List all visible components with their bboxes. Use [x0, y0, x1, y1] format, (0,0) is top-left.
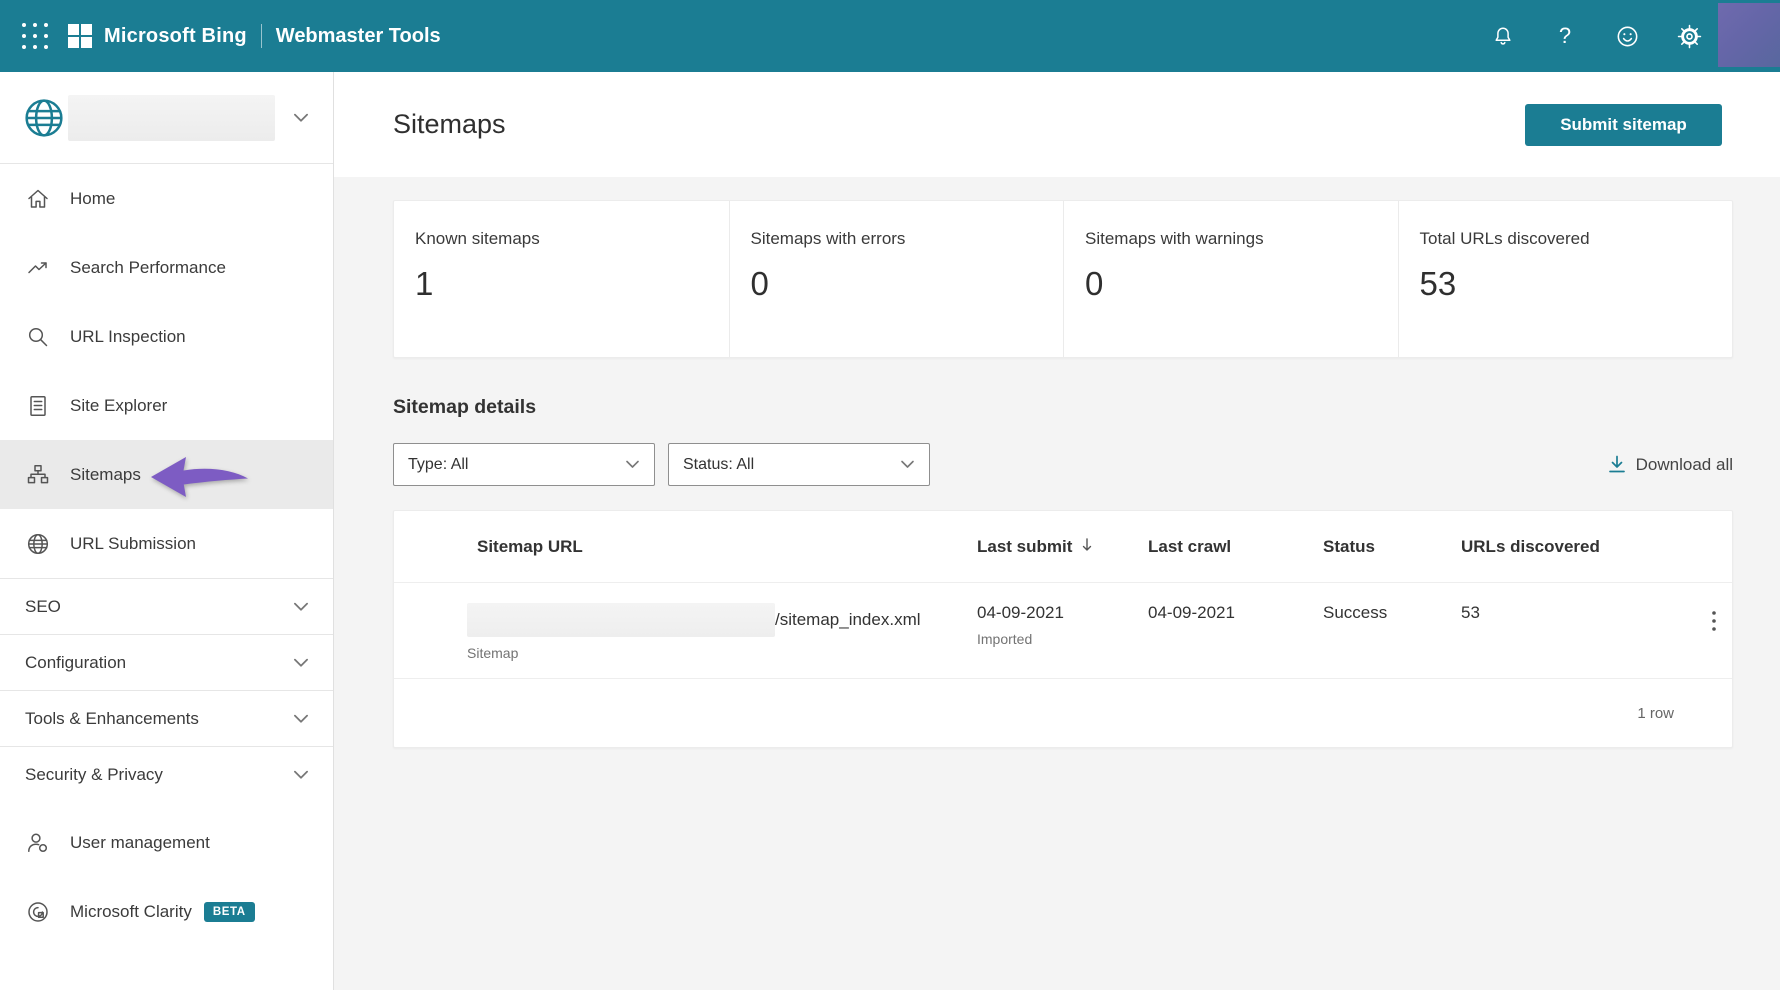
- table-footer-row-count: 1 row: [1637, 704, 1674, 722]
- last-crawl-date: 04-09-2021: [1148, 603, 1235, 622]
- column-header-sitemap-url[interactable]: Sitemap URL: [467, 511, 977, 557]
- brand-title: Microsoft Bing: [104, 24, 247, 47]
- microsoft-logo-icon: [68, 24, 92, 48]
- download-all-label: Download all: [1635, 454, 1733, 474]
- stat-value: 0: [1085, 265, 1104, 302]
- notifications-icon[interactable]: [1490, 23, 1516, 49]
- magnifier-icon: [25, 324, 51, 350]
- sort-descending-icon: [1080, 537, 1094, 559]
- column-header-status[interactable]: Status: [1323, 511, 1461, 557]
- sidebar-item-label: Home: [70, 188, 116, 208]
- chevron-down-icon: [293, 709, 309, 729]
- sitemap-tree-icon: [25, 462, 51, 488]
- sidebar-section-seo[interactable]: SEO: [0, 578, 333, 634]
- app-launcher-icon[interactable]: [18, 19, 52, 53]
- sidebar-item-label: Microsoft Clarity: [70, 901, 192, 921]
- site-name-blurred: [68, 95, 275, 141]
- sidebar-item-label: Site Explorer: [70, 395, 168, 415]
- site-selector[interactable]: [0, 72, 333, 164]
- type-filter-dropdown[interactable]: Type: All: [393, 443, 655, 486]
- sidebar-section-tools-enhancements[interactable]: Tools & Enhancements: [0, 690, 333, 746]
- sidebar-item-label: User management: [70, 832, 210, 852]
- column-header-last-submit[interactable]: Last submit: [977, 511, 1148, 559]
- chevron-down-icon[interactable]: [293, 110, 309, 128]
- chevron-down-icon: [293, 653, 309, 673]
- sidebar-item-url-submission[interactable]: URL Submission: [0, 509, 333, 578]
- sidebar-item-site-explorer[interactable]: Site Explorer: [0, 371, 333, 440]
- sidebar-item-user-management[interactable]: User management: [0, 808, 333, 877]
- sidebar-item-label: URL Inspection: [70, 326, 186, 346]
- sidebar-item-search-performance[interactable]: Search Performance: [0, 233, 333, 302]
- chevron-down-icon: [293, 765, 309, 785]
- last-submit-date: 04-09-2021: [977, 603, 1064, 622]
- stat-value: 53: [1419, 265, 1457, 302]
- page-header: Sitemaps Submit sitemap: [334, 72, 1780, 177]
- site-globe-icon: [23, 97, 65, 139]
- chevron-down-icon: [900, 456, 915, 474]
- sitemap-type-label: Sitemap: [467, 645, 519, 661]
- sidebar-item-label: Search Performance: [70, 257, 226, 277]
- sidebar-navigation: Home Search Performance URL Inspection S…: [0, 72, 334, 990]
- status-filter-value: Status: All: [683, 455, 755, 473]
- column-header-last-crawl[interactable]: Last crawl: [1148, 511, 1323, 557]
- user-avatar[interactable]: [1718, 3, 1780, 67]
- clarity-swirl-icon: [25, 899, 51, 925]
- submit-sitemap-button[interactable]: Submit sitemap: [1525, 103, 1722, 146]
- stat-card-sitemaps-with-warnings: Sitemaps with warnings 0: [1063, 201, 1398, 357]
- sidebar-section-configuration[interactable]: Configuration: [0, 634, 333, 690]
- page-title: Sitemaps: [393, 109, 506, 139]
- stat-card-total-urls-discovered: Total URLs discovered 53: [1397, 201, 1733, 357]
- urls-discovered-value: 53: [1461, 603, 1480, 622]
- section-label: Configuration: [25, 652, 127, 672]
- status-value: Success: [1323, 603, 1388, 622]
- sidebar-item-microsoft-clarity[interactable]: Microsoft Clarity BETA: [0, 877, 333, 946]
- trend-up-icon: [25, 255, 51, 281]
- sitemap-url-suffix: /sitemap_index.xml: [775, 610, 921, 629]
- chevron-down-icon: [625, 456, 640, 474]
- stat-label: Known sitemaps: [415, 229, 540, 248]
- stat-value: 1: [415, 265, 434, 302]
- home-icon: [25, 186, 51, 212]
- sidebar-item-label: Sitemaps: [70, 464, 141, 484]
- product-title: Webmaster Tools: [275, 24, 441, 47]
- sidebar-item-url-inspection[interactable]: URL Inspection: [0, 302, 333, 371]
- person-icon: [25, 830, 51, 856]
- settings-gear-icon[interactable]: [1676, 23, 1702, 49]
- section-label: Tools & Enhancements: [25, 708, 199, 728]
- section-label: Security & Privacy: [25, 764, 163, 784]
- globe-icon: [25, 531, 51, 557]
- row-actions-kebab-icon[interactable]: [1711, 603, 1717, 638]
- stat-card-sitemaps-with-errors: Sitemaps with errors 0: [728, 201, 1064, 357]
- column-header-urls-discovered[interactable]: URLs discovered: [1461, 511, 1696, 557]
- sitemaps-table: Sitemap URL Last submit Last crawl Statu…: [393, 510, 1733, 748]
- stats-summary-bar: Known sitemaps 1 Sitemaps with errors 0 …: [393, 200, 1733, 358]
- sidebar-item-label: URL Submission: [70, 533, 196, 553]
- sitemap-domain-blurred: [467, 603, 775, 637]
- download-icon: [1608, 455, 1625, 473]
- document-list-icon: [25, 393, 51, 419]
- stat-card-known-sitemaps: Known sitemaps 1: [394, 201, 729, 357]
- sidebar-item-home[interactable]: Home: [0, 164, 333, 233]
- brand-separator: [260, 24, 262, 48]
- stat-label: Sitemaps with warnings: [1085, 229, 1264, 248]
- download-all-button[interactable]: Download all: [1607, 455, 1733, 475]
- sitemap-details-heading: Sitemap details: [393, 396, 537, 418]
- stat-label: Sitemaps with errors: [750, 229, 906, 248]
- section-label: SEO: [25, 596, 61, 616]
- sidebar-item-sitemaps[interactable]: Sitemaps: [0, 440, 333, 509]
- beta-badge: BETA: [203, 901, 255, 922]
- sidebar-section-security-privacy[interactable]: Security & Privacy: [0, 746, 333, 802]
- feedback-smiley-icon[interactable]: [1614, 23, 1640, 49]
- type-filter-value: Type: All: [408, 455, 469, 473]
- status-filter-dropdown[interactable]: Status: All: [668, 443, 930, 486]
- help-icon[interactable]: ?: [1552, 23, 1578, 49]
- table-row[interactable]: /sitemap_index.xml Sitemap 04-09-2021 Im…: [394, 583, 1732, 679]
- top-app-bar: Microsoft Bing Webmaster Tools ?: [0, 0, 1780, 72]
- stat-value: 0: [750, 265, 769, 302]
- stat-label: Total URLs discovered: [1419, 229, 1590, 248]
- chevron-down-icon: [293, 597, 309, 617]
- last-submit-note: Imported: [977, 631, 1033, 647]
